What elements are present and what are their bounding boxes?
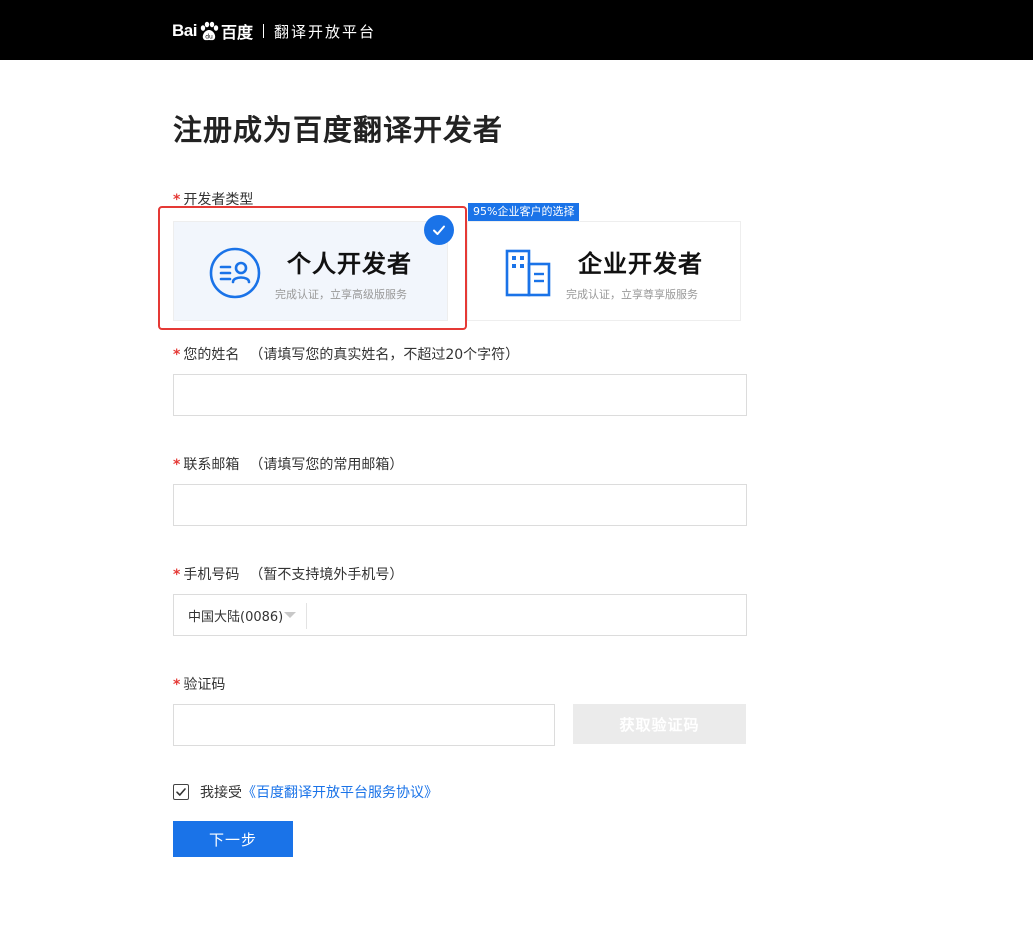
company-developer-subtitle: 完成认证，立享尊享版服务: [566, 288, 698, 301]
person-card-icon: [209, 247, 261, 299]
personal-developer-title: 个人开发者: [287, 250, 412, 278]
personal-developer-subtitle: 完成认证，立享高级版服务: [275, 288, 407, 301]
region-select[interactable]: 中国大陆(0086): [174, 595, 306, 635]
phone-input[interactable]: [307, 595, 746, 635]
selected-check-badge: [424, 215, 454, 245]
developer-type-label-text: 开发者类型: [183, 192, 254, 208]
phone-label-text: 手机号码: [183, 567, 240, 583]
developer-type-label: * 开发者类型: [173, 189, 253, 209]
name-label: * 您的姓名 （请填写您的真实姓名，不超过20个字符）: [173, 344, 519, 364]
phone-hint: （暂不支持境外手机号）: [249, 567, 404, 583]
caret-down-icon: [284, 612, 296, 618]
required-star: *: [173, 567, 181, 583]
personal-developer-card[interactable]: 个人开发者 完成认证，立享高级版服务: [173, 221, 448, 321]
agreement-row: 我接受 《百度翻译开放平台服务协议》: [173, 783, 438, 801]
required-star: *: [173, 457, 181, 473]
enterprise-recommend-badge: 95%企业客户的选择: [468, 203, 580, 221]
email-hint: （请填写您的常用邮箱）: [249, 457, 404, 473]
platform-name: 翻译开放平台: [273, 22, 376, 41]
check-icon: [433, 225, 445, 235]
company-developer-card[interactable]: 企业开发者 完成认证，立享尊享版服务: [467, 221, 741, 321]
required-star: *: [173, 192, 181, 208]
required-star: *: [173, 677, 181, 693]
top-bar: Bai du 百度 翻译开放平台: [0, 0, 1033, 60]
svg-text:du: du: [205, 34, 213, 41]
name-input[interactable]: [173, 374, 747, 416]
phone-field: 中国大陆(0086): [173, 594, 747, 636]
required-star: *: [173, 347, 181, 363]
company-developer-title: 企业开发者: [578, 250, 703, 278]
phone-label: * 手机号码 （暂不支持境外手机号）: [173, 564, 403, 584]
agreement-text: 我接受: [200, 785, 242, 801]
checkbox-check-icon: [176, 788, 186, 796]
code-label-text: 验证码: [183, 677, 226, 693]
logo-divider: [262, 24, 264, 38]
baidu-paw-icon: du: [200, 21, 219, 41]
building-icon: [505, 249, 551, 297]
logo-cn-text: 百度: [220, 23, 253, 42]
get-code-button[interactable]: 获取验证码: [573, 704, 746, 744]
logo-bai-text: Bai: [172, 21, 197, 40]
agreement-checkbox[interactable]: [173, 784, 189, 800]
name-label-text: 您的姓名: [183, 347, 240, 363]
email-input[interactable]: [173, 484, 747, 526]
verification-code-input[interactable]: [173, 704, 555, 746]
agreement-link[interactable]: 《百度翻译开放平台服务协议》: [242, 782, 438, 802]
email-label-text: 联系邮箱: [183, 457, 240, 473]
email-label: * 联系邮箱 （请填写您的常用邮箱）: [173, 454, 403, 474]
next-button[interactable]: 下一步: [173, 821, 293, 857]
baidu-logo[interactable]: Bai du 百度 翻译开放平台: [172, 16, 376, 46]
name-hint: （请填写您的真实姓名，不超过20个字符）: [249, 347, 520, 363]
code-label: * 验证码: [173, 674, 225, 694]
region-select-value: 中国大陆(0086): [188, 609, 284, 625]
page-title: 注册成为百度翻译开发者: [173, 113, 504, 147]
